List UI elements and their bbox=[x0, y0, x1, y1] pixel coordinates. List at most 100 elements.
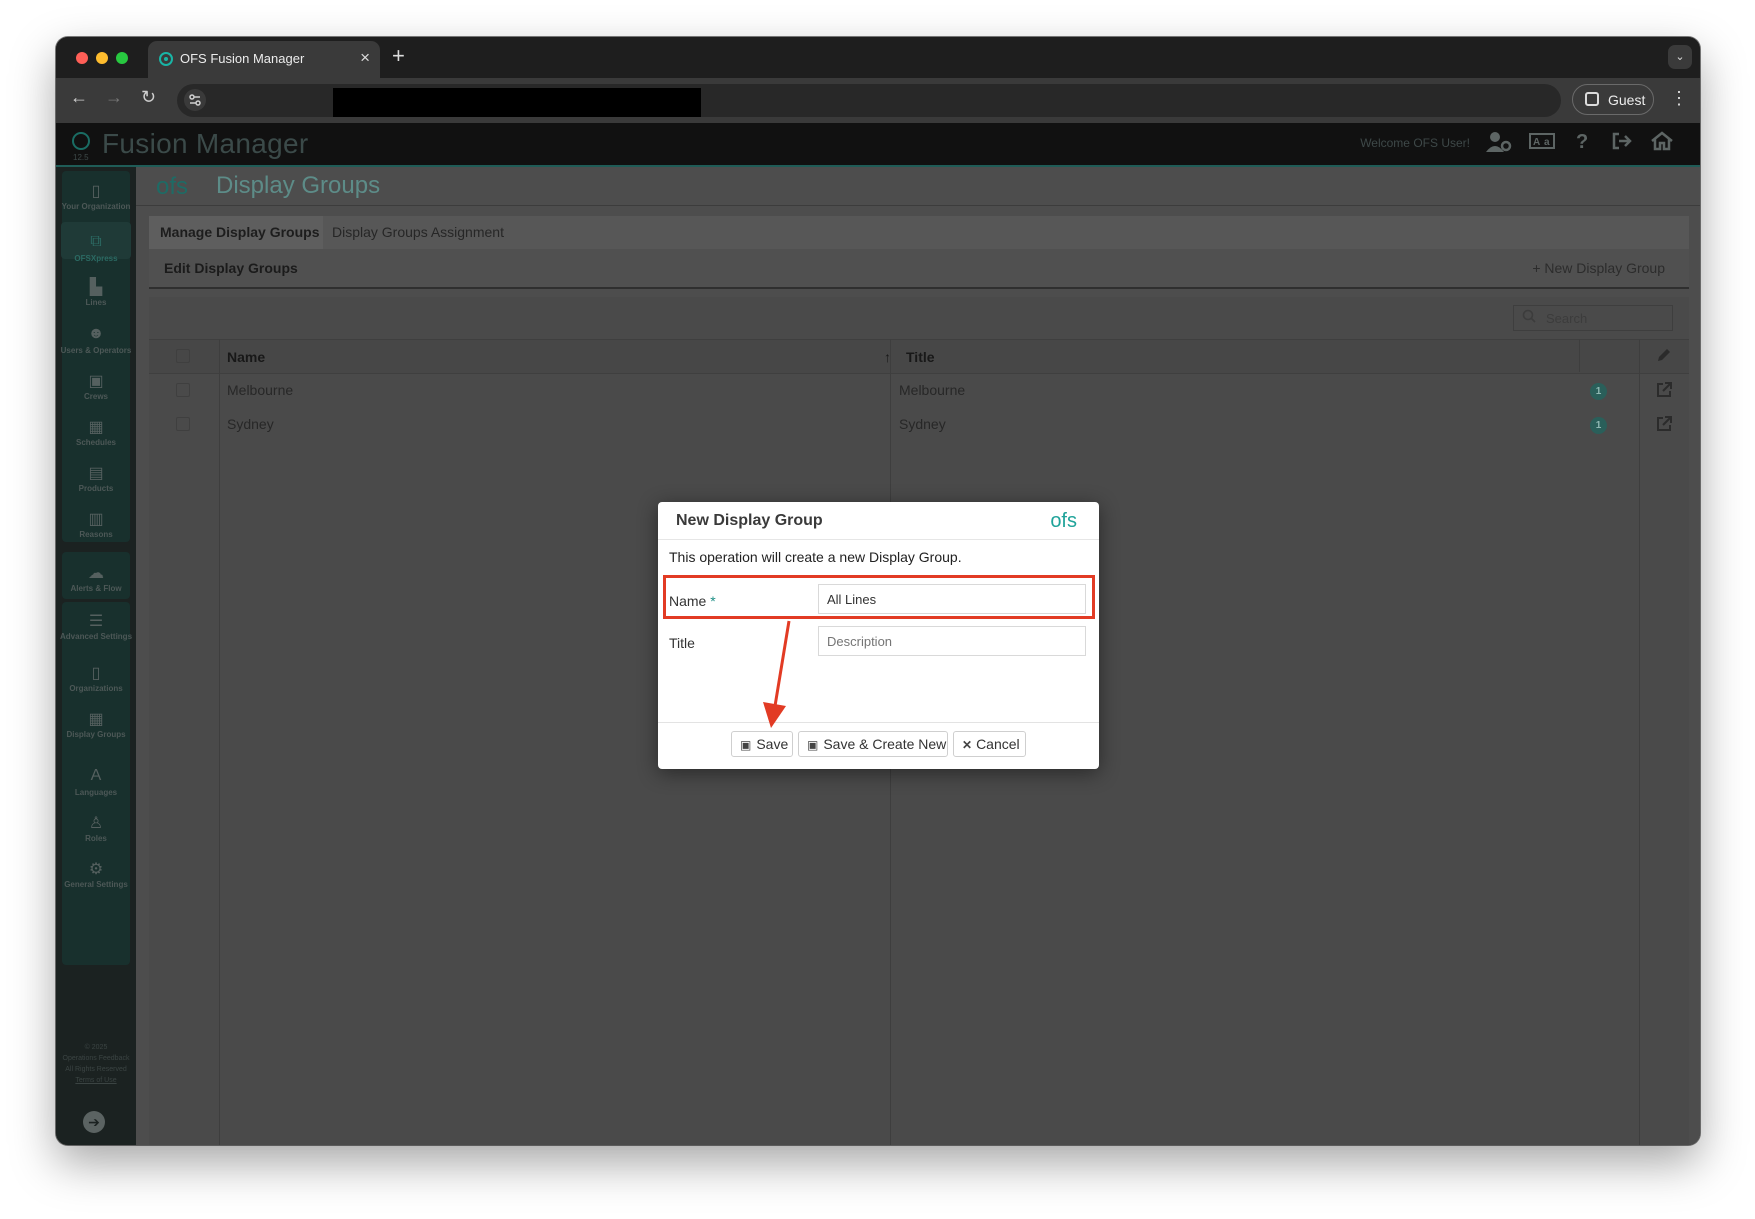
sidebar-icon: ▯ bbox=[91, 183, 101, 200]
cell-name: Sydney bbox=[227, 416, 274, 432]
site-info-icon[interactable] bbox=[184, 89, 206, 111]
tab-manage-display-groups[interactable]: Manage Display Groups bbox=[149, 216, 323, 249]
app-name: Fusion Manager bbox=[102, 128, 309, 159]
profile-button[interactable]: Guest bbox=[1572, 84, 1654, 115]
save-and-create-new-button[interactable]: ▣ Save & Create New bbox=[798, 731, 948, 757]
sidebar-icon: ▦ bbox=[88, 419, 104, 436]
open-external-icon[interactable] bbox=[1656, 415, 1673, 437]
user-settings-icon[interactable] bbox=[1486, 131, 1512, 159]
tab-display-groups-assignment[interactable]: Display Groups Assignment bbox=[332, 216, 504, 249]
save-and-create-new-label: Save & Create New bbox=[823, 736, 947, 752]
maximize-window-button[interactable] bbox=[116, 52, 128, 64]
sidebar-icon: ☰ bbox=[88, 613, 104, 630]
select-all-checkbox[interactable] bbox=[176, 349, 190, 363]
language-icon[interactable]: Aa bbox=[1529, 131, 1555, 157]
copyright: © 2025 bbox=[84, 1044, 108, 1051]
sidebar-item-label: Alerts & Flow bbox=[70, 584, 122, 593]
new-tab-button[interactable]: + bbox=[392, 43, 405, 69]
sidebar-icon: ▦ bbox=[88, 711, 104, 728]
save-icon: ▣ bbox=[740, 738, 752, 752]
tab-search-button[interactable]: ⌄ bbox=[1668, 45, 1692, 69]
column-header-name[interactable]: Name bbox=[227, 349, 265, 365]
browser-tab[interactable]: OFS Fusion Manager × bbox=[148, 41, 380, 78]
sidebar-item-label: Organizations bbox=[69, 684, 123, 693]
annotation-highlight-box bbox=[663, 575, 1095, 619]
section-title: Edit Display Groups bbox=[164, 260, 298, 276]
cancel-button[interactable]: ✕ Cancel bbox=[953, 731, 1026, 757]
search-placeholder: Search bbox=[1546, 311, 1588, 326]
count-badge: 1 bbox=[1590, 383, 1607, 400]
sidebar-icon: ▣ bbox=[88, 373, 104, 390]
sidebar-toggle-icon[interactable]: ➔ bbox=[83, 1111, 105, 1133]
rights-text: All Rights Reserved bbox=[65, 1066, 127, 1073]
tab-strip: OFS Fusion Manager × + ⌄ bbox=[56, 37, 1700, 78]
sidebar-icon: ♙ bbox=[88, 815, 104, 832]
row-checkbox[interactable] bbox=[176, 417, 190, 431]
sidebar-item-label: OFSXpress bbox=[74, 254, 118, 263]
help-icon[interactable]: ? bbox=[1576, 131, 1588, 154]
grid-divider bbox=[1579, 339, 1580, 372]
company-name: Operations Feedback bbox=[62, 1055, 130, 1062]
sidebar-icon: ▙ bbox=[89, 279, 103, 296]
page-title-bar: ofs Display Groups bbox=[136, 167, 1700, 206]
sidebar-item-label: Products bbox=[78, 484, 114, 493]
cell-name: Melbourne bbox=[227, 382, 294, 398]
tab-title: OFS Fusion Manager bbox=[180, 51, 305, 66]
welcome-text: Welcome OFS User! bbox=[1360, 136, 1470, 150]
address-bar[interactable] bbox=[177, 84, 1561, 117]
row-checkbox[interactable] bbox=[176, 383, 190, 397]
home-icon[interactable] bbox=[1651, 131, 1673, 157]
url-redacted bbox=[333, 88, 701, 117]
sidebar-item-label: Users & Operators bbox=[60, 346, 132, 355]
new-display-group-button[interactable]: + New Display Group bbox=[1532, 260, 1665, 276]
column-header-title[interactable]: Title bbox=[906, 349, 935, 365]
tab-bar: Manage Display Groups Display Groups Ass… bbox=[149, 216, 1689, 249]
sidebar: ▯ Your Organization ⧉ OFSXpress ▙ Lines ☻ Users… bbox=[56, 167, 136, 1145]
cancel-label: Cancel bbox=[976, 736, 1020, 752]
reload-icon[interactable]: ↻ bbox=[141, 87, 156, 108]
sidebar-icon: ☁ bbox=[88, 565, 104, 582]
favicon-icon bbox=[159, 52, 173, 66]
page-title: Display Groups bbox=[216, 172, 381, 199]
search-input[interactable]: Search bbox=[1513, 305, 1673, 331]
ofs-logo: ofs bbox=[156, 173, 189, 200]
count-badge: 1 bbox=[1590, 417, 1607, 434]
sidebar-item-label: Display Groups bbox=[66, 730, 126, 739]
close-window-button[interactable] bbox=[76, 52, 88, 64]
title-input[interactable] bbox=[818, 626, 1086, 656]
app-header: 12.5 Fusion Manager Welcome OFS User! Aa… bbox=[56, 123, 1700, 167]
forward-icon[interactable]: → bbox=[105, 87, 123, 108]
profile-label: Guest bbox=[1608, 92, 1646, 108]
profile-icon bbox=[1585, 92, 1599, 106]
grid-divider bbox=[219, 339, 220, 1145]
sidebar-icon: ⧉ bbox=[90, 233, 102, 250]
minimize-window-button[interactable] bbox=[96, 52, 108, 64]
sidebar-item-label: Roles bbox=[85, 834, 107, 843]
dialog-title: New Display Group bbox=[676, 512, 823, 529]
grid-divider bbox=[1639, 339, 1640, 1145]
new-display-group-dialog: New Display Group ofs This operation wil… bbox=[658, 502, 1099, 769]
terms-link[interactable]: Terms of Use bbox=[60, 1075, 132, 1086]
edit-column-icon bbox=[1656, 347, 1672, 368]
open-external-icon[interactable] bbox=[1656, 381, 1673, 403]
logout-icon[interactable] bbox=[1611, 131, 1633, 157]
tab-close-icon[interactable]: × bbox=[360, 48, 370, 68]
cell-title: Melbourne bbox=[899, 382, 966, 398]
search-icon bbox=[1522, 309, 1536, 328]
divider bbox=[658, 722, 1099, 723]
save-button[interactable]: ▣ Save bbox=[731, 731, 793, 757]
section-header: Edit Display Groups + New Display Group bbox=[149, 249, 1689, 289]
sidebar-item-label: Reasons bbox=[79, 530, 113, 539]
app-version: 12.5 bbox=[73, 153, 89, 162]
sidebar-item-label: Your Organization bbox=[61, 202, 131, 211]
back-icon[interactable]: ← bbox=[70, 87, 88, 108]
sidebar-item-label: Schedules bbox=[75, 438, 116, 447]
save-label: Save bbox=[756, 736, 789, 752]
dialog-description: This operation will create a new Display… bbox=[669, 549, 962, 565]
close-icon: ✕ bbox=[962, 738, 973, 752]
svg-text:A: A bbox=[1533, 137, 1540, 148]
sidebar-icon: ⚙ bbox=[88, 861, 104, 878]
browser-menu-icon[interactable]: ⋮ bbox=[1670, 88, 1688, 109]
ofs-logo: ofs bbox=[1050, 510, 1077, 532]
svg-text:a: a bbox=[1544, 137, 1550, 148]
